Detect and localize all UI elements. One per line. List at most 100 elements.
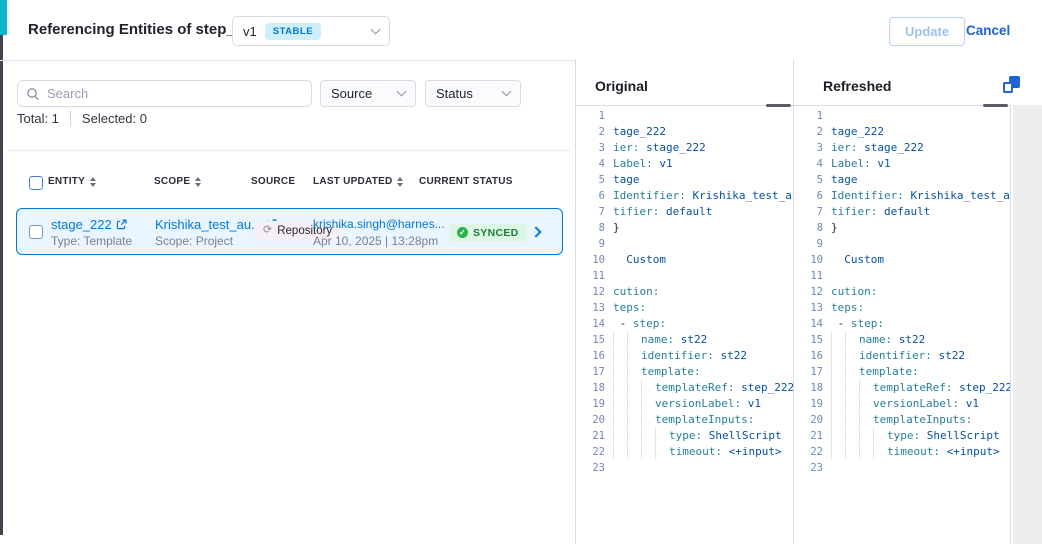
indent-guide <box>845 332 859 347</box>
indent-guide <box>831 396 845 411</box>
sort-icon[interactable] <box>195 177 201 187</box>
indent-guide <box>641 412 655 427</box>
status-badge: ✓ SYNCED <box>449 224 527 242</box>
copy-icon[interactable] <box>1003 76 1020 93</box>
line-number: 6 <box>794 188 823 204</box>
app-side-rail <box>0 0 3 535</box>
app-side-accent <box>0 0 7 35</box>
indent-guide <box>627 428 641 443</box>
source-filter-dropdown[interactable]: Source <box>320 80 416 107</box>
last-updated-cell: krishika.singh@harnes... Apr 10, 2025 | … <box>313 216 445 249</box>
code-line: 13teps: <box>794 300 1010 316</box>
line-number: 21 <box>576 428 605 444</box>
status-filter-dropdown[interactable]: Status <box>425 80 521 107</box>
indent-guide <box>845 412 859 427</box>
code-lines[interactable]: 12tage_2223ier: stage_2224Label: v15tage… <box>576 108 793 528</box>
column-header-scope[interactable]: SCOPE <box>154 176 201 187</box>
line-number: 2 <box>576 124 605 140</box>
line-number: 1 <box>794 108 823 124</box>
column-label: SCOPE <box>154 176 190 187</box>
table-header-cells: ENTITYSCOPESOURCELAST UPDATEDCURRENT STA… <box>0 170 576 196</box>
line-number: 18 <box>794 380 823 396</box>
indent-guide <box>831 332 845 347</box>
code-line: 6Identifier: Krishika_test_aut <box>794 188 1010 204</box>
search-input[interactable] <box>47 86 303 101</box>
column-label: ENTITY <box>48 176 85 187</box>
code-line: 8} <box>576 220 793 236</box>
cancel-button[interactable]: Cancel <box>966 23 1010 38</box>
horizontal-scrollbar-thumb[interactable] <box>983 104 1008 107</box>
version-select[interactable]: v1 STABLE <box>232 16 390 46</box>
line-number: 16 <box>794 348 823 364</box>
repository-icon: ⟳ <box>263 225 272 236</box>
indent-guide <box>873 444 887 459</box>
updated-at: Apr 10, 2025 | 13:28pm <box>313 233 445 249</box>
column-label: CURRENT STATUS <box>419 176 513 187</box>
row-checkbox[interactable] <box>29 225 43 239</box>
line-number: 13 <box>576 300 605 316</box>
search-box[interactable] <box>17 80 312 107</box>
indent-guide <box>873 428 887 443</box>
indent-guide <box>845 380 859 395</box>
code-line: 10 Custom <box>794 252 1010 268</box>
line-number: 15 <box>576 332 605 348</box>
column-header-last-updated[interactable]: LAST UPDATED <box>313 176 403 187</box>
external-link-icon[interactable] <box>116 219 127 230</box>
code-line: 18templateRef: step_222 <box>794 380 1010 396</box>
update-button[interactable]: Update <box>889 17 965 46</box>
column-header-entity[interactable]: ENTITY <box>48 176 96 187</box>
code-line: 21type: ShellScript <box>576 428 793 444</box>
indent-guide <box>627 332 641 347</box>
indent-guide <box>845 396 859 411</box>
line-number: 8 <box>576 220 605 236</box>
stable-badge: STABLE <box>265 23 321 40</box>
version-value: v1 <box>243 24 257 39</box>
line-number: 13 <box>794 300 823 316</box>
code-line: 2tage_222 <box>794 124 1010 140</box>
line-number: 4 <box>794 156 823 172</box>
indent-guide <box>831 348 845 363</box>
code-line: 3ier: stage_222 <box>576 140 793 156</box>
indent-guide <box>613 444 627 459</box>
source-filter-label: Source <box>331 86 372 101</box>
indent-guide <box>831 364 845 379</box>
column-label: LAST UPDATED <box>313 176 392 187</box>
line-number: 9 <box>576 236 605 252</box>
indent-guide <box>627 380 641 395</box>
sort-icon[interactable] <box>90 177 96 187</box>
updated-by-link[interactable]: krishika.singh@harnes... <box>313 216 445 233</box>
indent-guide <box>627 348 641 363</box>
code-line: 8} <box>794 220 1010 236</box>
entity-cell: stage_222 Type: Template <box>51 216 132 249</box>
row-expand-chevron-icon[interactable] <box>530 226 541 237</box>
code-lines[interactable]: 12tage_2223ier: stage_2224Label: v15tage… <box>794 108 1010 528</box>
entity-link[interactable]: stage_222 <box>51 216 112 233</box>
code-line: 22timeout: <+input> <box>576 444 793 460</box>
code-line: 12cution: <box>794 284 1010 300</box>
line-number: 15 <box>794 332 823 348</box>
line-number: 21 <box>794 428 823 444</box>
code-line: 7tifier: default <box>794 204 1010 220</box>
code-line: 6Identifier: Krishika_test_aut <box>576 188 793 204</box>
line-number: 23 <box>794 460 823 476</box>
indent-guide <box>627 396 641 411</box>
diff-right-border <box>1010 105 1011 544</box>
code-line: 9 <box>576 236 793 252</box>
indent-guide <box>641 444 655 459</box>
indent-guide <box>613 364 627 379</box>
section-divider <box>8 150 570 151</box>
code-line: 7tifier: default <box>576 204 793 220</box>
code-line: 10 Custom <box>576 252 793 268</box>
line-number: 8 <box>794 220 823 236</box>
line-number: 23 <box>576 460 605 476</box>
line-number: 20 <box>794 412 823 428</box>
code-line: 20templateInputs: <box>576 412 793 428</box>
header-divider <box>0 60 576 61</box>
line-number: 17 <box>794 364 823 380</box>
page-title: Referencing Entities of step_222 <box>28 21 260 38</box>
indent-guide <box>641 396 655 411</box>
table-row[interactable]: stage_222 Type: Template Krishika_test_a… <box>16 208 563 255</box>
horizontal-scrollbar-thumb[interactable] <box>766 104 791 107</box>
sort-icon[interactable] <box>397 177 403 187</box>
scope-link[interactable]: Krishika_test_au... <box>155 216 262 233</box>
